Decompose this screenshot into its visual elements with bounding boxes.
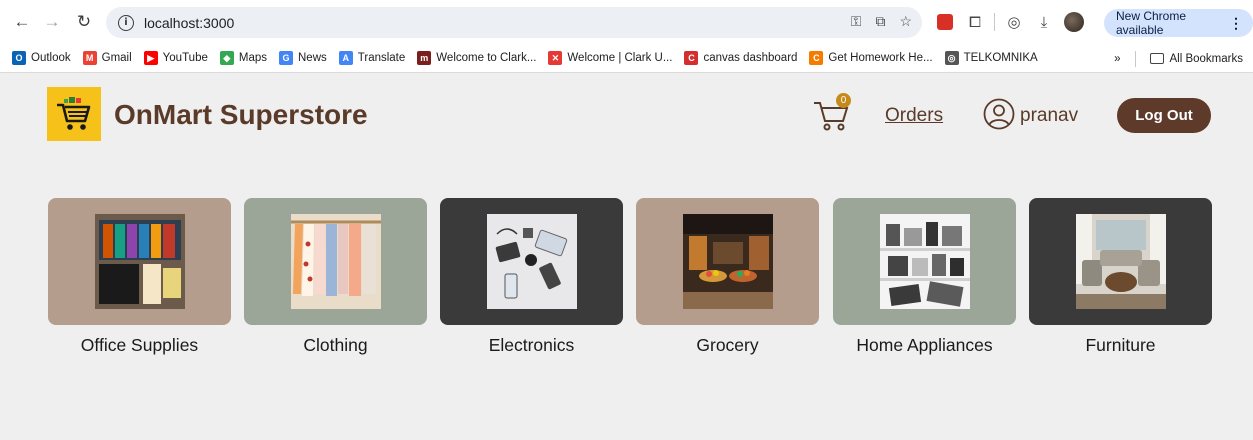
user-account-icon[interactable] bbox=[983, 98, 1015, 130]
reload-icon[interactable]: ↻ bbox=[72, 10, 96, 34]
folder-icon bbox=[1149, 53, 1164, 64]
category-card[interactable]: Electronics bbox=[440, 198, 623, 356]
bookmark-item[interactable]: m Welcome to Clark... bbox=[417, 51, 536, 65]
grocery-image bbox=[682, 214, 773, 309]
category-label[interactable]: Grocery bbox=[636, 335, 819, 356]
bookmark-favicon-icon: O bbox=[12, 51, 26, 65]
cart-count-badge: 0 bbox=[836, 93, 851, 108]
category-card[interactable]: Office Supplies bbox=[48, 198, 231, 356]
all-bookmarks-button[interactable]: All Bookmarks bbox=[1149, 52, 1244, 65]
bookmark-item[interactable]: G News bbox=[279, 51, 327, 65]
bookmark-star-icon[interactable]: ☆ bbox=[899, 13, 912, 30]
kebab-menu-icon[interactable]: ⋮ bbox=[1229, 15, 1243, 32]
all-bookmarks-label: All Bookmarks bbox=[1169, 52, 1244, 65]
category-tile[interactable] bbox=[833, 198, 1016, 325]
update-label: New Chrome available bbox=[1116, 9, 1187, 37]
bookmark-item[interactable]: A Translate bbox=[338, 51, 406, 65]
electronics-image bbox=[486, 214, 577, 309]
bookmark-label: Welcome to Clark... bbox=[436, 52, 537, 64]
bookmarks-overflow-icon[interactable]: » bbox=[1114, 53, 1120, 65]
site-info-icon[interactable]: i bbox=[118, 14, 134, 31]
extensions-puzzle-icon[interactable]: ⧠ bbox=[960, 9, 990, 35]
category-card[interactable]: Grocery bbox=[636, 198, 819, 356]
bookmark-label: TELKOMNIKA bbox=[963, 52, 1038, 64]
bookmark-favicon-icon: G bbox=[279, 51, 293, 65]
bookmarks-bar: O Outlook M Gmail ▶ YouTube ◆ Maps G News A Transla… bbox=[0, 44, 1253, 73]
brand-title[interactable]: OnMart Superstore bbox=[114, 99, 368, 131]
bookmark-favicon-icon: C bbox=[684, 51, 699, 65]
bookmarks-right: » All Bookmarks bbox=[1114, 44, 1243, 73]
category-grid: Office Supplies Clothing Electronics Gro… bbox=[0, 155, 1253, 440]
bookmark-item[interactable]: M Gmail bbox=[82, 51, 132, 65]
bookmark-item[interactable]: C Get Homework He... bbox=[809, 51, 933, 65]
bookmark-item[interactable]: ◆ Maps bbox=[219, 51, 267, 65]
category-label[interactable]: Office Supplies bbox=[48, 335, 231, 356]
category-tile[interactable] bbox=[1029, 198, 1212, 325]
bookmark-favicon-icon: m bbox=[417, 51, 432, 65]
bookmark-item[interactable]: ▶ YouTube bbox=[143, 51, 208, 65]
chrome-update-button[interactable]: New Chrome available ⋮ bbox=[1104, 9, 1253, 37]
install-app-icon[interactable]: ⧉ bbox=[875, 13, 885, 30]
bookmark-favicon-icon: ✕ bbox=[548, 51, 563, 65]
bookmark-label: Translate bbox=[357, 52, 406, 64]
bookmark-label: News bbox=[298, 52, 327, 64]
performance-icon[interactable]: ◎ bbox=[999, 9, 1029, 35]
home-appliances-image bbox=[879, 214, 970, 309]
bookmark-label: canvas dashboard bbox=[703, 52, 798, 64]
cart-logo-icon[interactable] bbox=[47, 87, 101, 141]
furniture-image bbox=[1075, 214, 1166, 309]
bookmark-favicon-icon: M bbox=[82, 51, 97, 65]
bookmark-favicon-icon: ▶ bbox=[143, 51, 158, 65]
bookmark-label: Gmail bbox=[101, 52, 132, 64]
bookmark-favicon-icon: C bbox=[809, 51, 824, 65]
category-tile[interactable] bbox=[440, 198, 623, 325]
extension-red-icon[interactable] bbox=[930, 9, 960, 35]
extension-toolbar: ⧠ ◎ ⤓ bbox=[930, 9, 1089, 35]
back-icon[interactable]: ← bbox=[10, 10, 34, 34]
url-text[interactable]: localhost:3000 bbox=[144, 15, 234, 31]
logout-button[interactable]: Log Out bbox=[1117, 98, 1211, 133]
address-bar[interactable]: i localhost:3000 ⚿ ⧉ ☆ bbox=[106, 7, 922, 38]
category-tile[interactable] bbox=[244, 198, 427, 325]
site-header: OnMart Superstore 0 Orders pranav Log Ou… bbox=[0, 73, 1253, 155]
bookmark-label: Get Homework He... bbox=[828, 52, 933, 64]
profile-avatar-icon[interactable] bbox=[1059, 9, 1089, 35]
bookmark-label: Welcome | Clark U... bbox=[567, 52, 673, 64]
forward-icon[interactable]: → bbox=[40, 10, 64, 34]
bookmark-list: O Outlook M Gmail ▶ YouTube ◆ Maps G News A Transla… bbox=[12, 51, 1050, 65]
bookmark-item[interactable]: O Outlook bbox=[12, 51, 71, 65]
category-label[interactable]: Furniture bbox=[1029, 335, 1212, 356]
category-card[interactable]: Home Appliances bbox=[833, 198, 1016, 356]
bookmark-label: Maps bbox=[238, 52, 267, 64]
bookmark-item[interactable]: ✕ Welcome | Clark U... bbox=[548, 51, 672, 65]
category-tile[interactable] bbox=[48, 198, 231, 325]
bookmark-label: Outlook bbox=[31, 52, 71, 64]
password-key-icon[interactable]: ⚿ bbox=[851, 13, 862, 30]
download-icon[interactable]: ⤓ bbox=[1029, 9, 1059, 35]
bookmark-favicon-icon: ◎ bbox=[944, 51, 959, 65]
category-card[interactable]: Furniture bbox=[1029, 198, 1212, 356]
category-label[interactable]: Electronics bbox=[440, 335, 623, 356]
category-label[interactable]: Clothing bbox=[244, 335, 427, 356]
username-label: pranav bbox=[1020, 105, 1079, 126]
clothing-image bbox=[290, 214, 381, 309]
omnibox-actions: ⚿ ⧉ ☆ bbox=[851, 13, 912, 30]
bookmark-favicon-icon: ◆ bbox=[219, 51, 234, 65]
bookmark-item[interactable]: ◎ TELKOMNIKA bbox=[944, 51, 1038, 65]
bookmark-label: YouTube bbox=[162, 52, 208, 64]
office-supplies-image bbox=[94, 214, 185, 309]
category-card[interactable]: Clothing bbox=[244, 198, 427, 356]
browser-toolbar: ← → ↻ i localhost:3000 ⚿ ⧉ ☆ ⧠ ◎ ⤓ New C… bbox=[0, 0, 1253, 44]
toolbar-divider bbox=[994, 13, 995, 31]
bookmark-item[interactable]: Ccanvas dashboard bbox=[684, 51, 797, 65]
bookmarks-divider bbox=[1134, 50, 1136, 67]
category-tile[interactable] bbox=[636, 198, 819, 325]
orders-link[interactable]: Orders bbox=[885, 105, 943, 127]
category-label[interactable]: Home Appliances bbox=[833, 335, 1016, 356]
bookmark-favicon-icon: A bbox=[338, 51, 353, 65]
